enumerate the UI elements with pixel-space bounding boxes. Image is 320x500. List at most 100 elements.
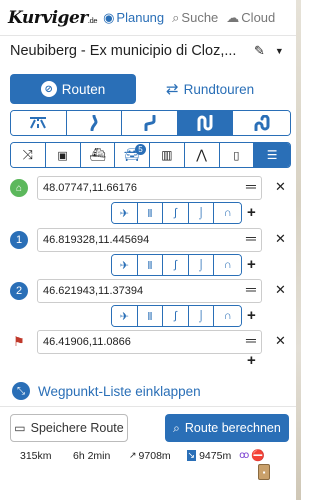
kurviger-logo[interactable]: Kurviger.de [8, 8, 98, 28]
route-stats: 315km 6h 2min ↗ 9708m ↘ 9475m ꝏ ⛔ [20, 449, 290, 463]
round-tours-label: Rundtouren [183, 81, 255, 97]
slight-curve-icon: ∫ [174, 259, 178, 271]
avoid-traffic-light[interactable]: ▯ [219, 143, 255, 167]
routes-button[interactable]: ⊘ Routen [10, 74, 136, 104]
segment-slight[interactable]: ∫ [163, 255, 189, 275]
segment-highway[interactable]: Ⅱ [137, 203, 164, 223]
curviness-curvy[interactable] [122, 111, 178, 135]
narrow-road-icon: ⋀ [196, 147, 207, 162]
edit-pencil-icon[interactable]: ✎ [254, 43, 265, 59]
segment-curvy[interactable]: ⌡ [188, 306, 215, 326]
curvy-icon [144, 115, 156, 131]
very-curvy-icon [197, 115, 213, 131]
flag-icon: ⚑ [13, 334, 25, 349]
curviness-slight[interactable] [66, 111, 123, 135]
save-route-button[interactable]: ▭ Speichere Route [10, 414, 128, 442]
waypoint-input[interactable]: 46.819328,11.445694 [37, 228, 262, 252]
save-route-label: Speichere Route [30, 421, 124, 435]
avoid-narrow-road[interactable]: ⋀ [184, 143, 220, 167]
descent-icon: ↘ [186, 450, 197, 461]
segment-highway[interactable]: Ⅱ [137, 306, 164, 326]
add-waypoint-icon[interactable]: + [247, 352, 256, 369]
extremely-curvy-icon [254, 115, 270, 131]
collapse-waypoints-link[interactable]: ⤡ Wegpunkt-Liste einklappen [12, 382, 201, 400]
nav-cloud[interactable]: ☁ Cloud [226, 10, 275, 26]
highway-icon: Ⅱ [147, 310, 153, 323]
swallow-icon: ✈ [119, 310, 129, 323]
waypoint-input[interactable]: 46.41906,11.0866 [37, 330, 262, 354]
segment-bird[interactable]: ✈ [112, 306, 138, 326]
search-icon: ⌕ [172, 9, 180, 25]
curviness-highway[interactable] [11, 111, 67, 135]
drag-handle-icon[interactable]: ═ [246, 230, 256, 246]
very-curvy-icon: ∩ [223, 310, 232, 322]
distance-value: 315km [20, 449, 52, 462]
swallow-icon: ✈ [119, 207, 129, 220]
drag-handle-icon[interactable]: ═ [246, 281, 256, 297]
routes-button-label: Routen [61, 81, 106, 97]
nav-planung-label: Planung [116, 10, 165, 25]
segment-bird[interactable]: ✈ [112, 255, 138, 275]
chevron-down-icon[interactable]: ▼ [275, 46, 284, 56]
curviness-very-curvy[interactable] [177, 111, 234, 135]
add-waypoint-icon[interactable]: + [247, 256, 256, 273]
round-tours-button[interactable]: ⇄ Rundtouren [166, 80, 254, 98]
highway-icon: Ⅱ [147, 207, 153, 220]
ascent-icon: ↗ [129, 450, 137, 460]
route-title-row: Neubiberg - Ex municipio di Cloz,... ✎ ▼ [0, 36, 296, 66]
curviness-extreme[interactable] [233, 111, 290, 135]
curvy-icon: ⌡ [197, 259, 205, 271]
compass-icon: ◉ [103, 9, 115, 25]
swallow-icon: ✈ [119, 259, 129, 272]
toll-money-icon: ▣ [57, 149, 68, 162]
avoid-options: ⤨ ▣ ⛴ 🚘︎ 5 ▥ ⋀ ▯ ☰ [10, 142, 291, 168]
route-title: Neubiberg - Ex municipio di Cloz,... [10, 43, 237, 59]
very-curvy-icon: ∩ [223, 207, 232, 219]
segment-curvy[interactable]: ⌡ [188, 203, 215, 223]
avoid-car[interactable]: 🚘︎ 5 [115, 143, 150, 167]
waypoint-number-badge: 1 [10, 231, 28, 249]
segment-slight[interactable]: ∫ [163, 306, 189, 326]
avoid-toll[interactable]: ▣ [45, 143, 81, 167]
no-entry-icon[interactable]: ⛔ [251, 449, 265, 462]
collapse-label: Wegpunkt-Liste einklappen [38, 383, 201, 399]
remove-waypoint-icon[interactable]: ✕ [275, 231, 286, 247]
waypoint-input[interactable]: 48.07747,11.66176 [37, 176, 262, 200]
waypoint-value: 48.07747,11.66176 [43, 182, 137, 194]
segment-very-curvy[interactable]: ∩ [214, 203, 241, 223]
avoid-tunnel[interactable]: ▥ [150, 143, 185, 167]
top-navbar: Kurviger.de ◉ Planung ⌕ Suche ☁ Cloud [0, 0, 296, 36]
segment-very-curvy[interactable]: ∩ [214, 306, 241, 326]
waypoint-value: 46.621943,11.37394 [43, 285, 144, 297]
add-waypoint-icon[interactable]: + [247, 307, 256, 324]
segment-curvy[interactable]: ⌡ [188, 255, 215, 275]
segment-bird[interactable]: ✈ [112, 203, 138, 223]
remove-waypoint-icon[interactable]: ✕ [275, 333, 286, 349]
drag-handle-icon[interactable]: ═ [246, 178, 256, 194]
segment-highway[interactable]: Ⅱ [137, 255, 164, 275]
route-settings[interactable]: ☰ [254, 143, 290, 167]
poi-icon[interactable]: ▪ [258, 464, 270, 480]
add-waypoint-icon[interactable]: + [247, 204, 256, 221]
ferry-icon: ⛴ [89, 147, 106, 162]
remove-waypoint-icon[interactable]: ✕ [275, 179, 286, 195]
remove-waypoint-icon[interactable]: ✕ [275, 282, 286, 298]
avoid-count-badge: 5 [135, 144, 146, 155]
calculate-route-button[interactable]: ⌕ Route berechnen [165, 414, 289, 442]
sliders-icon: ☰ [266, 148, 278, 162]
curviness-selector [10, 110, 291, 136]
slight-curve-icon: ∫ [174, 310, 178, 322]
avoid-shuffle[interactable]: ⤨ [11, 143, 46, 167]
nav-suche[interactable]: ⌕ Suche [172, 10, 218, 26]
drag-handle-icon[interactable]: ═ [246, 332, 256, 348]
nav-planung[interactable]: ◉ Planung [103, 10, 164, 26]
nav-cloud-label: Cloud [241, 10, 276, 25]
curvy-icon: ⌡ [197, 207, 205, 219]
avoid-ferry[interactable]: ⛴ [80, 143, 116, 167]
warning-icons[interactable]: ꝏ [239, 450, 249, 461]
route-icon: ⊘ [40, 81, 57, 97]
segment-slight[interactable]: ∫ [163, 203, 189, 223]
map-background[interactable] [296, 0, 301, 500]
segment-very-curvy[interactable]: ∩ [214, 255, 241, 275]
waypoint-input[interactable]: 46.621943,11.37394 [37, 279, 262, 303]
